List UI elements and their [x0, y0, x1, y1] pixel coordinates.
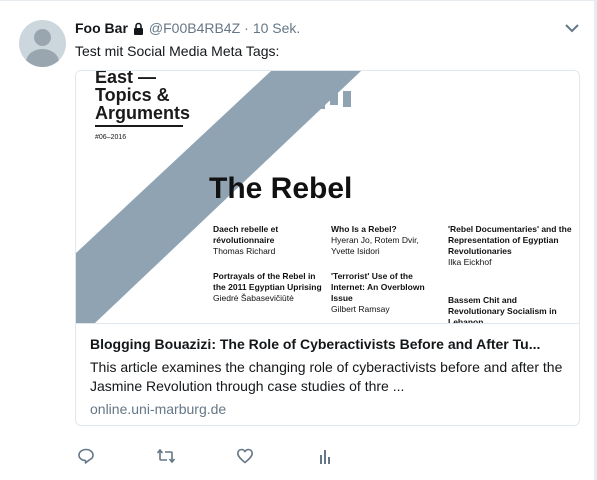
toc-entry-title: Portrayals of the Rebel in the 2011 Egyp… — [213, 271, 322, 292]
analytics-icon[interactable] — [314, 445, 336, 467]
link-card[interactable]: East — Topics & Arguments #06–2016 The R… — [75, 70, 580, 426]
toc-entry-title: 'Terrorist' Use of the Internet: An Over… — [331, 271, 425, 303]
toc-entry-author: Hyeran Jo, Rotem Dvir, Yvette Isidori — [331, 235, 419, 256]
heart-icon[interactable] — [234, 445, 256, 467]
image-toc-entry: Bassem Chit and Revolutionary Socialism … — [448, 295, 572, 323]
display-name[interactable]: Foo Bar — [75, 20, 128, 36]
image-toc-entry: Who Is a Rebel? Hyeran Jo, Rotem Dvir, Y… — [331, 224, 443, 257]
tweet-text: Test mit Social Media Meta Tags: — [75, 43, 280, 59]
image-divider — [95, 125, 183, 127]
tweet-actions — [75, 445, 375, 467]
header-separator: · — [244, 20, 249, 36]
image-toc-entry: 'Rebel Documentaries' and the Representa… — [448, 224, 572, 268]
card-body: Blogging Bouazizi: The Role of Cyberacti… — [76, 323, 579, 425]
toc-entry-title: Bassem Chit and Revolutionary Socialism … — [448, 295, 557, 323]
image-toc-entry: 'Terrorist' Use of the Internet: An Over… — [331, 271, 443, 315]
toc-entry-title: 'Rebel Documentaries' and the Representa… — [448, 224, 572, 256]
image-issue-number: #06–2016 — [95, 134, 127, 141]
image-series-line-2: Topics & — [95, 85, 170, 105]
toc-entry-author: Gilbert Ramsay — [331, 304, 390, 314]
retweet-icon[interactable] — [155, 445, 177, 467]
timestamp[interactable]: 10 Sek. — [253, 20, 300, 36]
chevron-down-icon[interactable] — [563, 20, 581, 36]
avatar-shoulders — [26, 49, 59, 67]
tweet-header: Foo Bar @F00B4RB4Z · 10 Sek. — [75, 18, 300, 38]
toc-entry-title: Who Is a Rebel? — [331, 224, 397, 234]
toc-entry-author: Thomas Richard — [213, 246, 276, 256]
avatar-head — [34, 29, 51, 46]
card-description: This article examines the changing role … — [90, 359, 563, 394]
tweet[interactable]: Foo Bar @F00B4RB4Z · 10 Sek. Test mit So… — [0, 0, 595, 480]
card-domain[interactable]: online.uni-marburg.de — [90, 401, 226, 417]
image-toc-entry: Portrayals of the Rebel in the 2011 Egyp… — [213, 271, 325, 304]
toc-entry-title: Daech rebelle et révolutionnaire — [213, 224, 279, 245]
avatar[interactable] — [19, 20, 66, 67]
image-toc-entry: Daech rebelle et révolutionnaire Thomas … — [213, 224, 325, 257]
card-title[interactable]: Blogging Bouazizi: The Role of Cyberacti… — [90, 336, 568, 352]
image-series-line-3: Arguments — [95, 103, 191, 123]
lock-icon — [132, 22, 145, 35]
reply-icon[interactable] — [75, 445, 97, 467]
toc-entry-author: Giedrė Šabasevičiūtė — [213, 293, 294, 303]
user-handle[interactable]: @F00B4RB4Z — [149, 20, 240, 36]
toc-entry-author: Ilka Eickhof — [448, 257, 492, 267]
image-headline: The Rebel — [209, 172, 353, 205]
card-image: East — Topics & Arguments #06–2016 The R… — [76, 71, 579, 323]
